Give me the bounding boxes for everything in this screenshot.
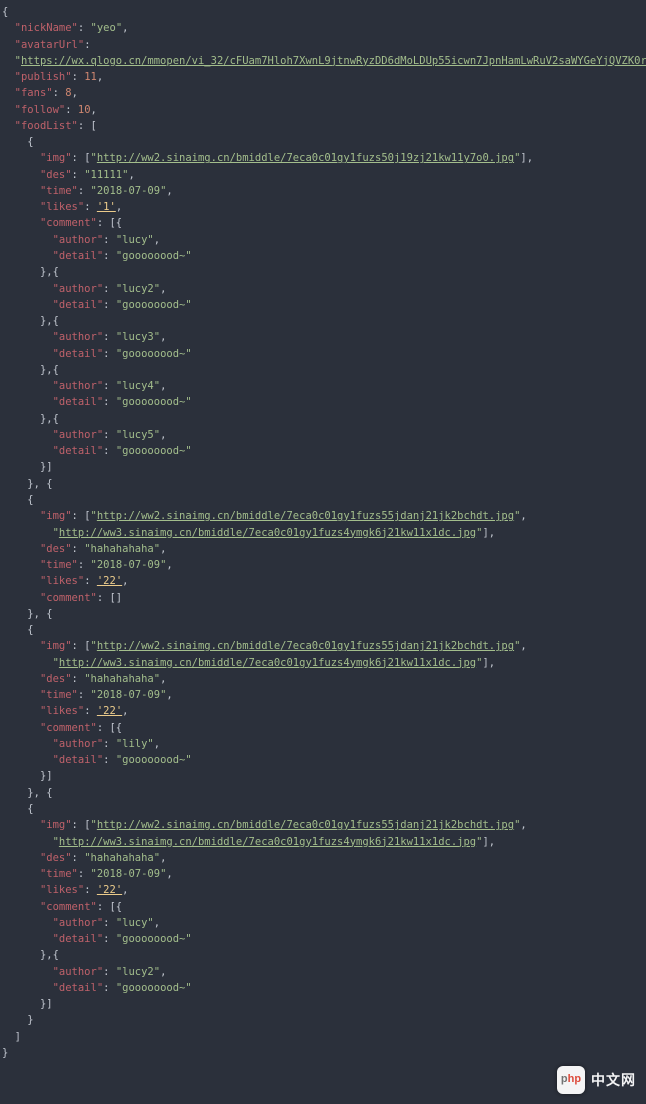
code-line: "detail": "goooooood~" (2, 394, 644, 410)
code-line: "detail": "goooooood~" (2, 248, 644, 264)
code-line: "des": "hahahahaha", (2, 850, 644, 866)
url-link[interactable]: https://wx.qlogo.cn/mmopen/vi_32/cFUam7H… (21, 55, 646, 67)
code-line: "comment": [{ (2, 720, 644, 736)
code-line: "img": ["http://ww2.sinaimg.cn/bmiddle/7… (2, 150, 644, 166)
code-line: "detail": "goooooood~" (2, 297, 644, 313)
code-line: "author": "lucy5", (2, 427, 644, 443)
code-line: "comment": [] (2, 590, 644, 606)
code-line: },{ (2, 947, 644, 963)
code-line: "author": "lucy3", (2, 329, 644, 345)
code-line: { (2, 492, 644, 508)
code-line: "likes": '22', (2, 882, 644, 898)
code-line: { (2, 134, 644, 150)
code-line: }, { (2, 606, 644, 622)
code-line: "des": "hahahahaha", (2, 541, 644, 557)
code-line: "detail": "goooooood~" (2, 443, 644, 459)
code-line: "detail": "goooooood~" (2, 752, 644, 768)
code-line: "http://ww3.sinaimg.cn/bmiddle/7eca0c01g… (2, 525, 644, 541)
code-line: }, { (2, 476, 644, 492)
code-line: "follow": 10, (2, 102, 644, 118)
php-logo-icon: php (557, 1066, 585, 1094)
code-line: },{ (2, 313, 644, 329)
code-line: "detail": "goooooood~" (2, 346, 644, 362)
code-line: },{ (2, 264, 644, 280)
watermark: php 中文网 (557, 1066, 636, 1094)
code-line: "http://ww3.sinaimg.cn/bmiddle/7eca0c01g… (2, 655, 644, 671)
code-line: "author": "lily", (2, 736, 644, 752)
code-line: }] (2, 459, 644, 475)
code-line: } (2, 1012, 644, 1028)
code-line: },{ (2, 411, 644, 427)
code-line: "https://wx.qlogo.cn/mmopen/vi_32/cFUam7… (2, 53, 644, 69)
code-line: "des": "11111", (2, 167, 644, 183)
code-line: "nickName": "yeo", (2, 20, 644, 36)
code-line: "time": "2018-07-09", (2, 183, 644, 199)
code-line: "author": "lucy2", (2, 281, 644, 297)
code-line: "des": "hahahahaha", (2, 671, 644, 687)
code-line: "time": "2018-07-09", (2, 557, 644, 573)
code-line: { (2, 801, 644, 817)
code-line: "author": "lucy", (2, 915, 644, 931)
code-line: }] (2, 768, 644, 784)
code-line: },{ (2, 362, 644, 378)
code-line: "comment": [{ (2, 899, 644, 915)
code-line: "time": "2018-07-09", (2, 866, 644, 882)
url-link[interactable]: http://ww3.sinaimg.cn/bmiddle/7eca0c01gy… (59, 527, 476, 539)
url-link[interactable]: http://ww3.sinaimg.cn/bmiddle/7eca0c01gy… (59, 657, 476, 669)
watermark-text: 中文网 (591, 1073, 636, 1087)
code-line: "publish": 11, (2, 69, 644, 85)
url-link[interactable]: http://ww2.sinaimg.cn/bmiddle/7eca0c01gy… (97, 819, 514, 831)
code-line: "likes": '22', (2, 703, 644, 719)
code-line: ] (2, 1029, 644, 1045)
code-line: "foodList": [ (2, 118, 644, 134)
code-line: "detail": "goooooood~" (2, 931, 644, 947)
code-line: }, { (2, 785, 644, 801)
code-line: "fans": 8, (2, 85, 644, 101)
code-line: "detail": "goooooood~" (2, 980, 644, 996)
code-line: { (2, 622, 644, 638)
code-line: "author": "lucy2", (2, 964, 644, 980)
url-link[interactable]: http://ww2.sinaimg.cn/bmiddle/7eca0c01gy… (97, 640, 514, 652)
code-line: "time": "2018-07-09", (2, 687, 644, 703)
code-line: "author": "lucy", (2, 232, 644, 248)
url-link[interactable]: http://ww2.sinaimg.cn/bmiddle/7eca0c01gy… (97, 510, 514, 522)
code-line: "author": "lucy4", (2, 378, 644, 394)
code-editor: { "nickName": "yeo", "avatarUrl": "https… (0, 0, 646, 1104)
code-line: "avatarUrl": (2, 37, 644, 53)
code-line: "img": ["http://ww2.sinaimg.cn/bmiddle/7… (2, 817, 644, 833)
code-line: }] (2, 996, 644, 1012)
url-link[interactable]: http://ww2.sinaimg.cn/bmiddle/7eca0c01gy… (97, 152, 514, 164)
code-line: "comment": [{ (2, 215, 644, 231)
code-line: "likes": '1', (2, 199, 644, 215)
url-link[interactable]: http://ww3.sinaimg.cn/bmiddle/7eca0c01gy… (59, 836, 476, 848)
code-line: "http://ww3.sinaimg.cn/bmiddle/7eca0c01g… (2, 834, 644, 850)
code-line: "likes": '22', (2, 573, 644, 589)
code-line: "img": ["http://ww2.sinaimg.cn/bmiddle/7… (2, 638, 644, 654)
code-line: "img": ["http://ww2.sinaimg.cn/bmiddle/7… (2, 508, 644, 524)
